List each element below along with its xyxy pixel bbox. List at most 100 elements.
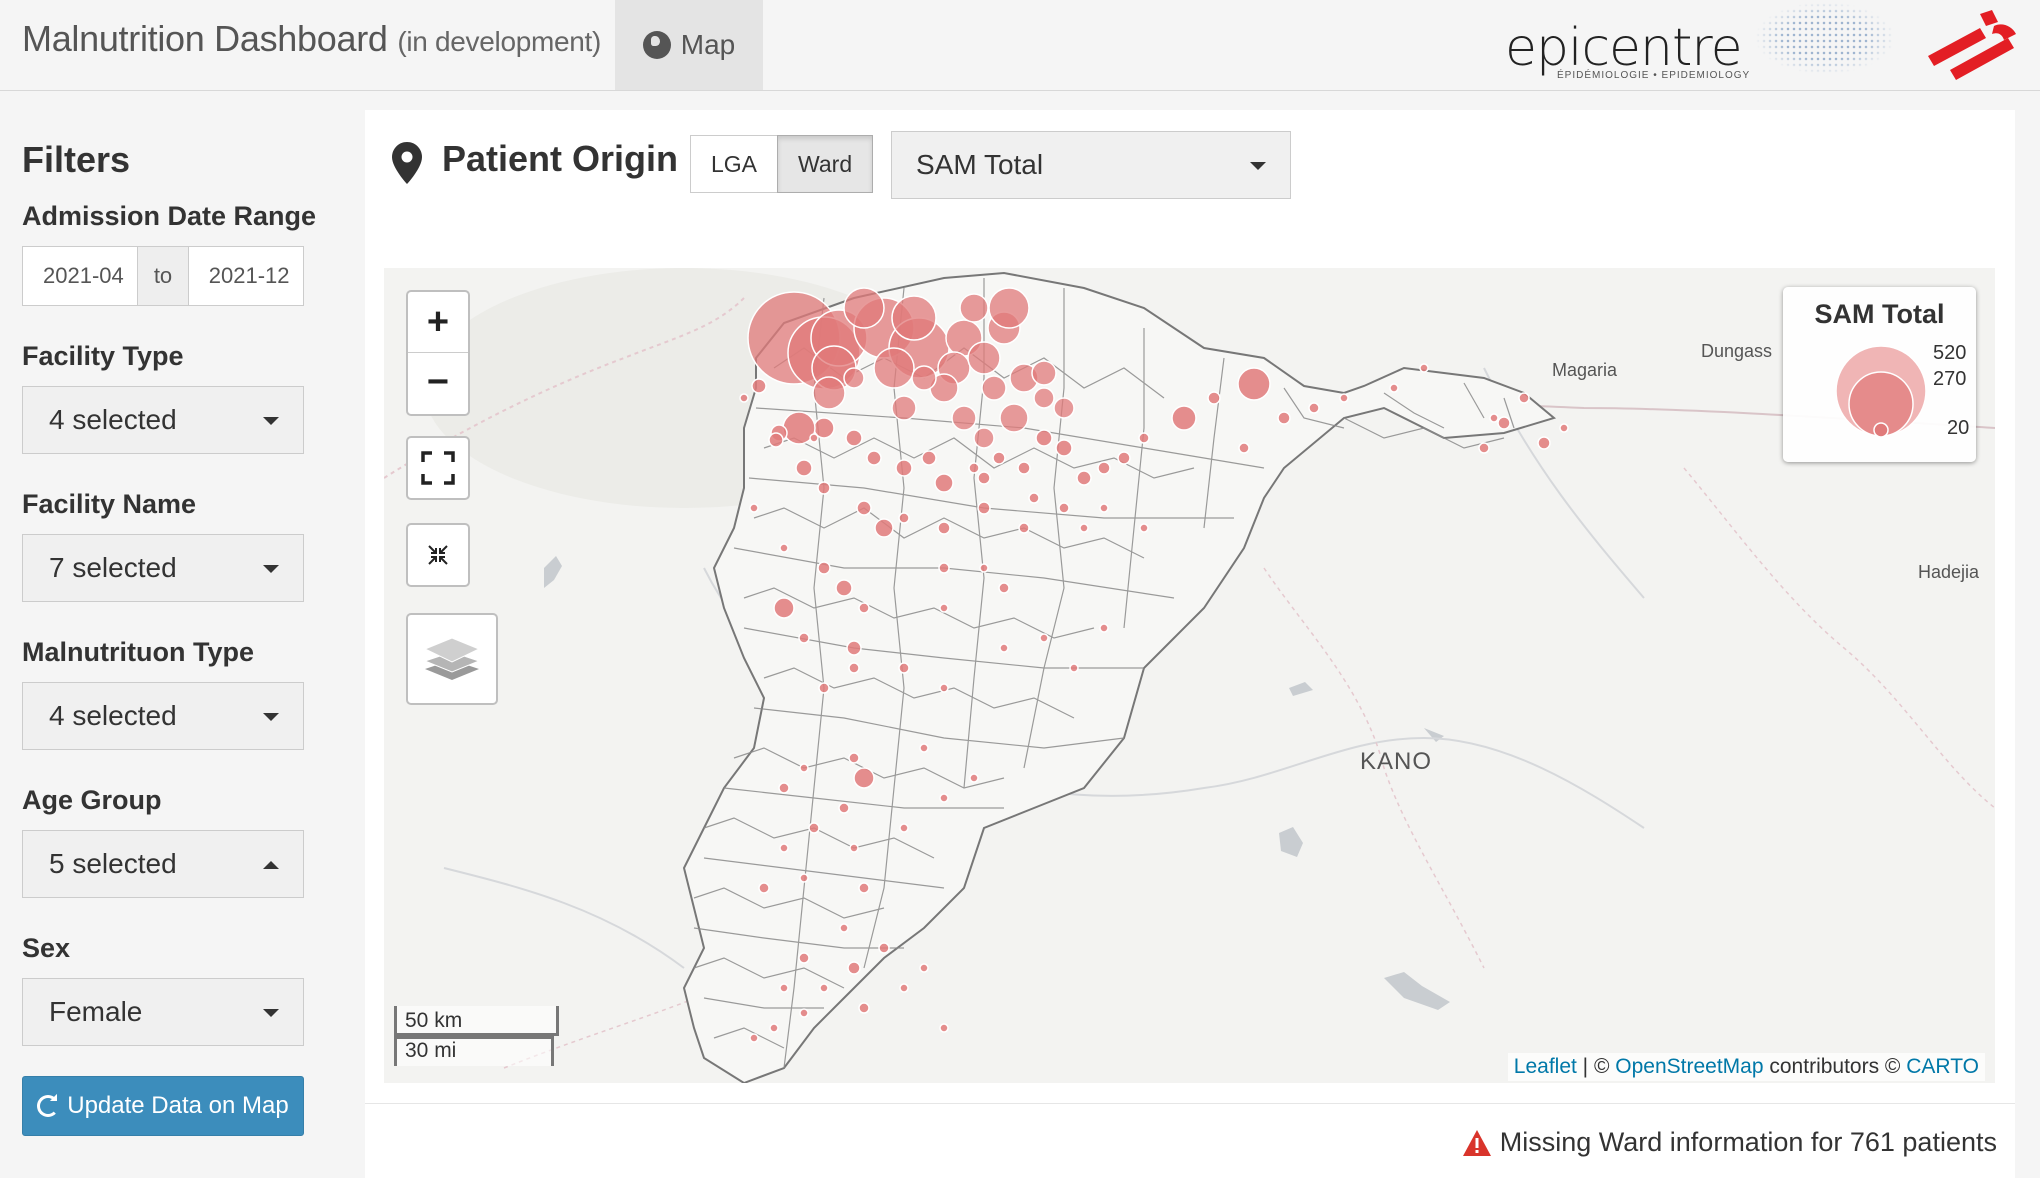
ward-bubble[interactable]: [847, 961, 861, 975]
ward-bubble[interactable]: [999, 403, 1029, 433]
ward-bubble[interactable]: [1419, 363, 1429, 373]
ward-bubble[interactable]: [899, 823, 909, 833]
ward-bubble[interactable]: [1031, 360, 1057, 386]
leaflet-map[interactable]: Magaria Dungass Hadejia KANO + − SAM Tot…: [384, 268, 1995, 1083]
ward-bubble[interactable]: [968, 462, 980, 474]
ward-bubble[interactable]: [846, 640, 862, 656]
ward-bubble[interactable]: [1039, 633, 1049, 643]
ward-bubble[interactable]: [939, 793, 949, 803]
ward-bubbles[interactable]: [384, 268, 1995, 1083]
ward-bubble[interactable]: [951, 405, 977, 431]
ward-bubble[interactable]: [1537, 436, 1551, 450]
ward-bubble[interactable]: [895, 459, 913, 477]
ward-bubble[interactable]: [934, 473, 954, 493]
ward-bubble[interactable]: [891, 395, 917, 421]
ward-bubble[interactable]: [911, 365, 937, 391]
ward-bubble[interactable]: [751, 378, 767, 394]
ward-bubble[interactable]: [843, 287, 885, 329]
leaflet-link[interactable]: Leaflet: [1514, 1055, 1577, 1078]
date-start-input[interactable]: 2021-04: [23, 247, 137, 305]
ward-bubble[interactable]: [818, 682, 830, 694]
ward-bubble[interactable]: [819, 983, 829, 993]
ward-bubble[interactable]: [808, 822, 820, 834]
ward-bubble[interactable]: [768, 432, 784, 448]
zoom-out-button[interactable]: −: [408, 352, 468, 412]
metric-select[interactable]: SAM Total: [891, 131, 1291, 199]
ward-bubble[interactable]: [853, 767, 875, 789]
ward-bubble[interactable]: [1035, 429, 1053, 447]
ward-bubble[interactable]: [891, 295, 937, 341]
ward-bubble[interactable]: [779, 983, 789, 993]
ward-bubble[interactable]: [874, 518, 894, 538]
ward-bubble[interactable]: [938, 562, 950, 574]
ward-bubble[interactable]: [1117, 451, 1131, 465]
reset-view-button[interactable]: [406, 523, 470, 587]
ward-bubble[interactable]: [845, 429, 863, 447]
ward-bubble[interactable]: [843, 367, 865, 389]
ward-bubble[interactable]: [1028, 492, 1040, 504]
ward-bubble[interactable]: [779, 843, 789, 853]
ward-bubble[interactable]: [866, 450, 882, 466]
ward-bubble[interactable]: [992, 451, 1006, 465]
ward-bubble[interactable]: [739, 393, 749, 403]
ward-bubble[interactable]: [937, 521, 951, 535]
ward-bubble[interactable]: [1138, 432, 1150, 444]
ward-bubble[interactable]: [798, 952, 810, 964]
ward-bubble[interactable]: [967, 341, 1001, 375]
date-end-input[interactable]: 2021-12: [189, 247, 303, 305]
ward-bubble[interactable]: [795, 459, 813, 477]
level-option-lga[interactable]: LGA: [690, 135, 779, 193]
ward-bubble[interactable]: [921, 450, 937, 466]
ward-bubble[interactable]: [858, 602, 870, 614]
sex-select[interactable]: Female: [22, 978, 304, 1046]
ward-bubble[interactable]: [758, 882, 770, 894]
ward-bubble[interactable]: [959, 293, 989, 323]
ward-bubble[interactable]: [1518, 392, 1530, 404]
fullscreen-button[interactable]: [406, 436, 470, 500]
malnutrition-type-select[interactable]: 4 selected: [22, 682, 304, 750]
ward-bubble[interactable]: [873, 347, 915, 389]
ward-bubble[interactable]: [779, 543, 789, 553]
ward-bubble[interactable]: [1497, 416, 1511, 430]
ward-bubble[interactable]: [812, 376, 846, 410]
layers-control[interactable]: [406, 613, 498, 705]
ward-bubble[interactable]: [849, 843, 859, 853]
ward-bubble[interactable]: [969, 773, 979, 783]
ward-bubble[interactable]: [858, 1002, 870, 1014]
facility-name-select[interactable]: 7 selected: [22, 534, 304, 602]
ward-bubble[interactable]: [835, 579, 853, 597]
ward-bubble[interactable]: [856, 500, 872, 516]
ward-bubble[interactable]: [1308, 402, 1320, 414]
ward-bubble[interactable]: [939, 603, 949, 613]
ward-bubble[interactable]: [999, 643, 1009, 653]
age-group-select[interactable]: 5 selected: [22, 830, 304, 898]
ward-bubble[interactable]: [939, 683, 949, 693]
ward-bubble[interactable]: [1389, 383, 1399, 393]
ward-bubble[interactable]: [1053, 397, 1075, 419]
ward-bubble[interactable]: [749, 503, 759, 513]
facility-type-select[interactable]: 4 selected: [22, 386, 304, 454]
ward-bubble[interactable]: [998, 582, 1010, 594]
ward-bubble[interactable]: [799, 873, 809, 883]
ward-bubble[interactable]: [919, 743, 929, 753]
ward-bubble[interactable]: [1099, 623, 1109, 633]
ward-bubble[interactable]: [1099, 503, 1109, 513]
ward-bubble[interactable]: [1079, 523, 1089, 533]
ward-bubble[interactable]: [1058, 502, 1070, 514]
ward-bubble[interactable]: [1076, 470, 1092, 486]
ward-bubble[interactable]: [1478, 442, 1490, 454]
ward-bubble[interactable]: [817, 481, 831, 495]
ward-bubble[interactable]: [988, 287, 1030, 329]
ward-bubble[interactable]: [1033, 387, 1055, 409]
ward-bubble[interactable]: [898, 662, 910, 674]
ward-bubble[interactable]: [798, 632, 810, 644]
ward-bubble[interactable]: [977, 501, 991, 515]
ward-bubble[interactable]: [839, 923, 849, 933]
ward-bubble[interactable]: [919, 963, 929, 973]
zoom-in-button[interactable]: +: [408, 292, 468, 352]
ward-bubble[interactable]: [1139, 523, 1149, 533]
level-option-ward[interactable]: Ward: [777, 135, 874, 193]
ward-bubble[interactable]: [1018, 522, 1030, 534]
ward-bubble[interactable]: [773, 597, 795, 619]
ward-bubble[interactable]: [1017, 461, 1031, 475]
